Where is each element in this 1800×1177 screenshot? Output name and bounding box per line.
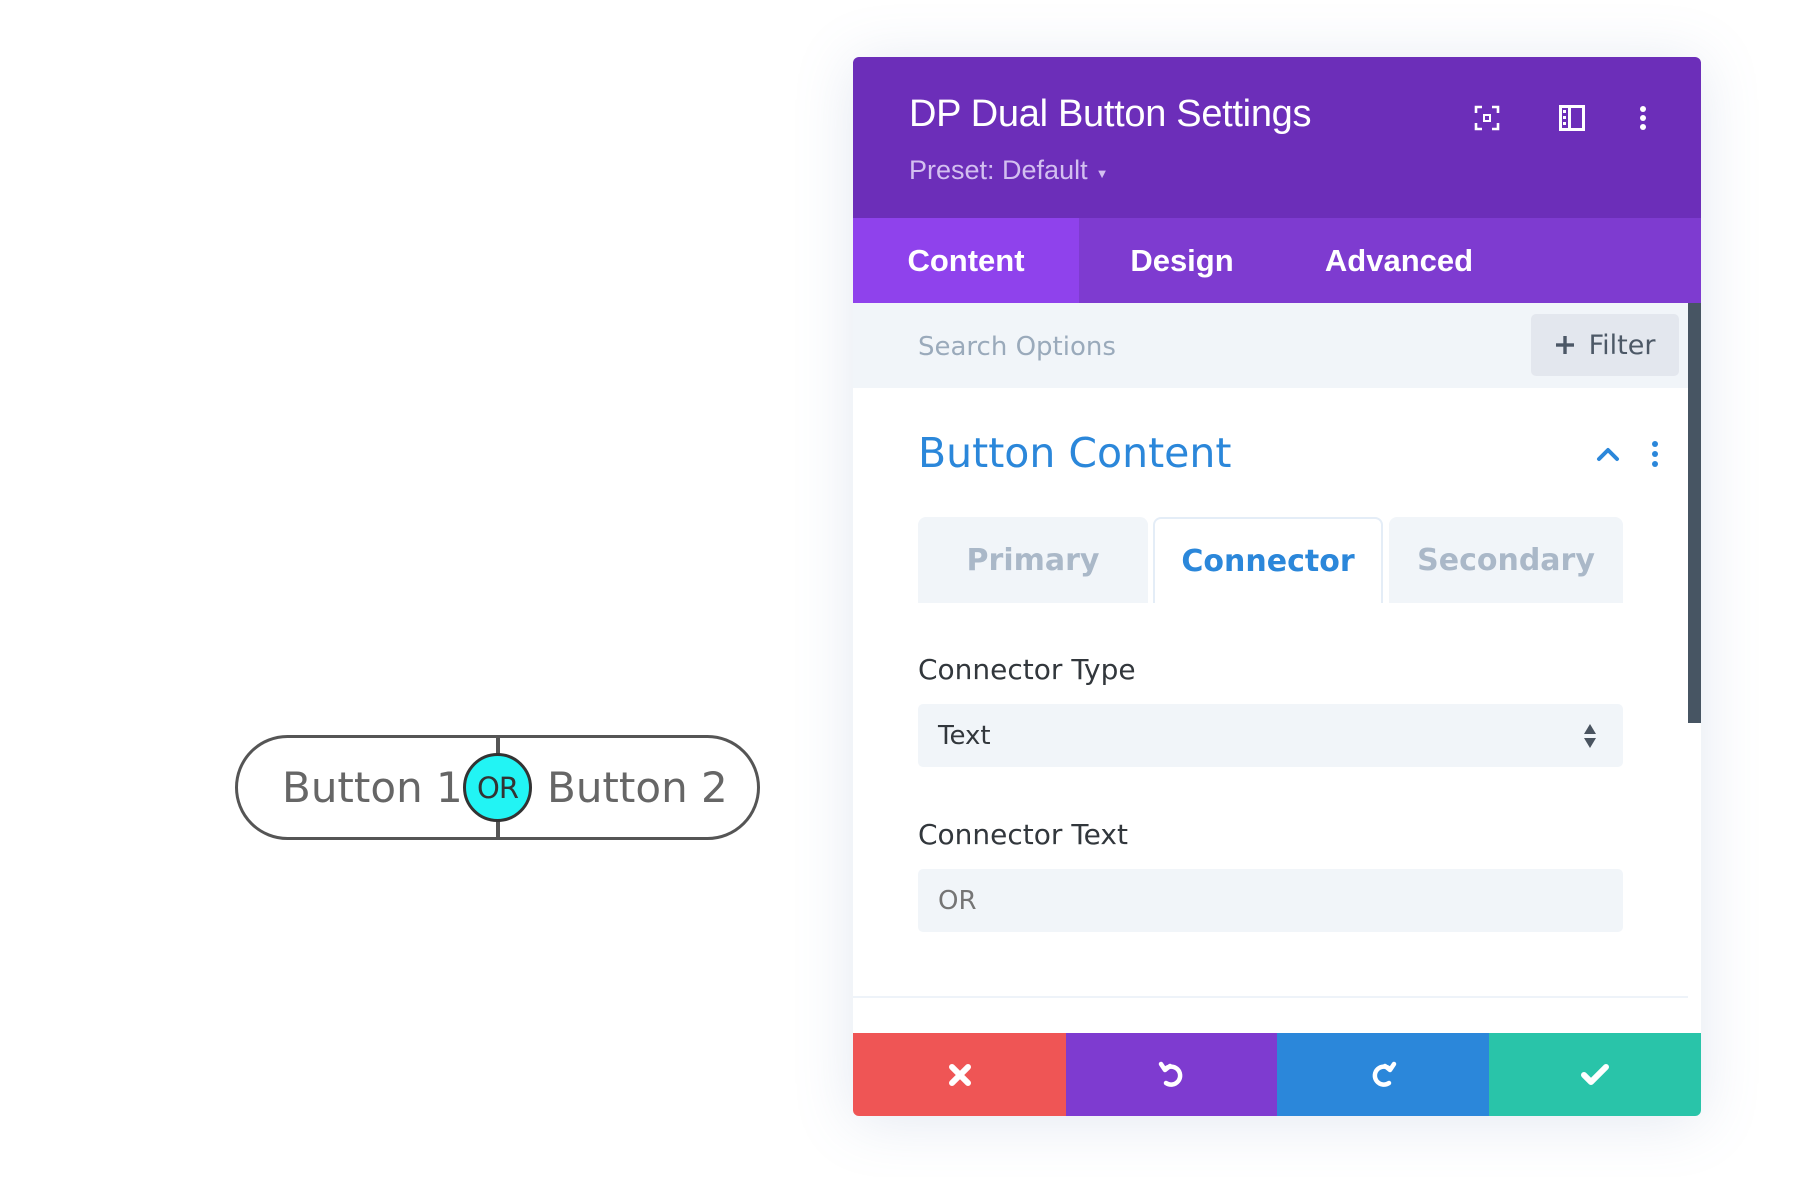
save-button[interactable]	[1489, 1033, 1701, 1116]
caret-down-icon: ▼	[1096, 166, 1109, 181]
subtab-primary-label: Primary	[967, 543, 1100, 578]
sidebar-layout-icon[interactable]	[1557, 103, 1587, 133]
connector-type-label: Connector Type	[918, 653, 1136, 686]
section-divider	[853, 996, 1688, 998]
button-2[interactable]: Button 2	[497, 735, 760, 840]
panel-footer	[853, 1033, 1701, 1116]
undo-icon	[1157, 1060, 1187, 1090]
subtab-primary[interactable]: Primary	[918, 517, 1148, 603]
search-row: Filter	[853, 303, 1688, 388]
connector-text-input[interactable]	[918, 869, 1623, 932]
tab-content[interactable]: Content	[853, 218, 1079, 303]
preset-dropdown[interactable]: Preset: Default ▼	[909, 155, 1108, 186]
filter-label: Filter	[1589, 330, 1656, 361]
connector-type-select[interactable]: Text	[918, 704, 1623, 767]
panel-tabs: Content Design Advanced	[853, 218, 1701, 303]
subtab-connector-label: Connector	[1181, 544, 1354, 579]
panel-header: DP Dual Button Settings Preset: Default …	[853, 57, 1701, 218]
subtab-connector[interactable]: Connector	[1153, 517, 1383, 603]
dual-button-preview: Button 1 Button 2 OR	[235, 735, 760, 840]
search-options-input[interactable]	[918, 327, 1418, 367]
tab-design-label: Design	[1130, 243, 1233, 279]
redo-icon	[1368, 1060, 1398, 1090]
settings-panel: DP Dual Button Settings Preset: Default …	[853, 57, 1701, 1116]
subtab-secondary-label: Secondary	[1417, 543, 1595, 578]
discard-button[interactable]	[853, 1033, 1066, 1116]
close-icon	[947, 1062, 973, 1088]
more-options-icon[interactable]	[1628, 103, 1658, 133]
check-icon	[1580, 1062, 1610, 1088]
preset-label: Preset: Default	[909, 155, 1088, 186]
button-content-subtabs: Primary Connector Secondary	[918, 517, 1623, 603]
connector-type-value: Text	[938, 721, 991, 751]
button-1-label: Button 1	[282, 763, 463, 812]
focus-mode-icon[interactable]	[1472, 103, 1502, 133]
section-more-icon[interactable]	[1642, 439, 1668, 469]
plus-icon	[1555, 335, 1575, 355]
button-2-label: Button 2	[547, 763, 728, 812]
connector-badge-text: OR	[477, 771, 518, 805]
section-title-button-content[interactable]: Button Content	[918, 429, 1231, 477]
button-1[interactable]: Button 1	[235, 735, 499, 840]
connector-text-label: Connector Text	[918, 818, 1128, 851]
tab-design[interactable]: Design	[1079, 218, 1285, 303]
redo-button[interactable]	[1277, 1033, 1489, 1116]
filter-button[interactable]: Filter	[1531, 314, 1679, 376]
panel-title: DP Dual Button Settings	[909, 93, 1311, 136]
tab-advanced[interactable]: Advanced	[1285, 218, 1513, 303]
tab-advanced-label: Advanced	[1325, 243, 1473, 279]
connector-badge: OR	[463, 753, 532, 822]
select-arrows-icon	[1583, 722, 1597, 750]
subtab-secondary[interactable]: Secondary	[1389, 517, 1623, 603]
chevron-up-icon[interactable]	[1593, 439, 1623, 469]
tab-content-label: Content	[907, 243, 1024, 279]
undo-button[interactable]	[1066, 1033, 1277, 1116]
panel-scrollbar[interactable]	[1688, 303, 1701, 723]
